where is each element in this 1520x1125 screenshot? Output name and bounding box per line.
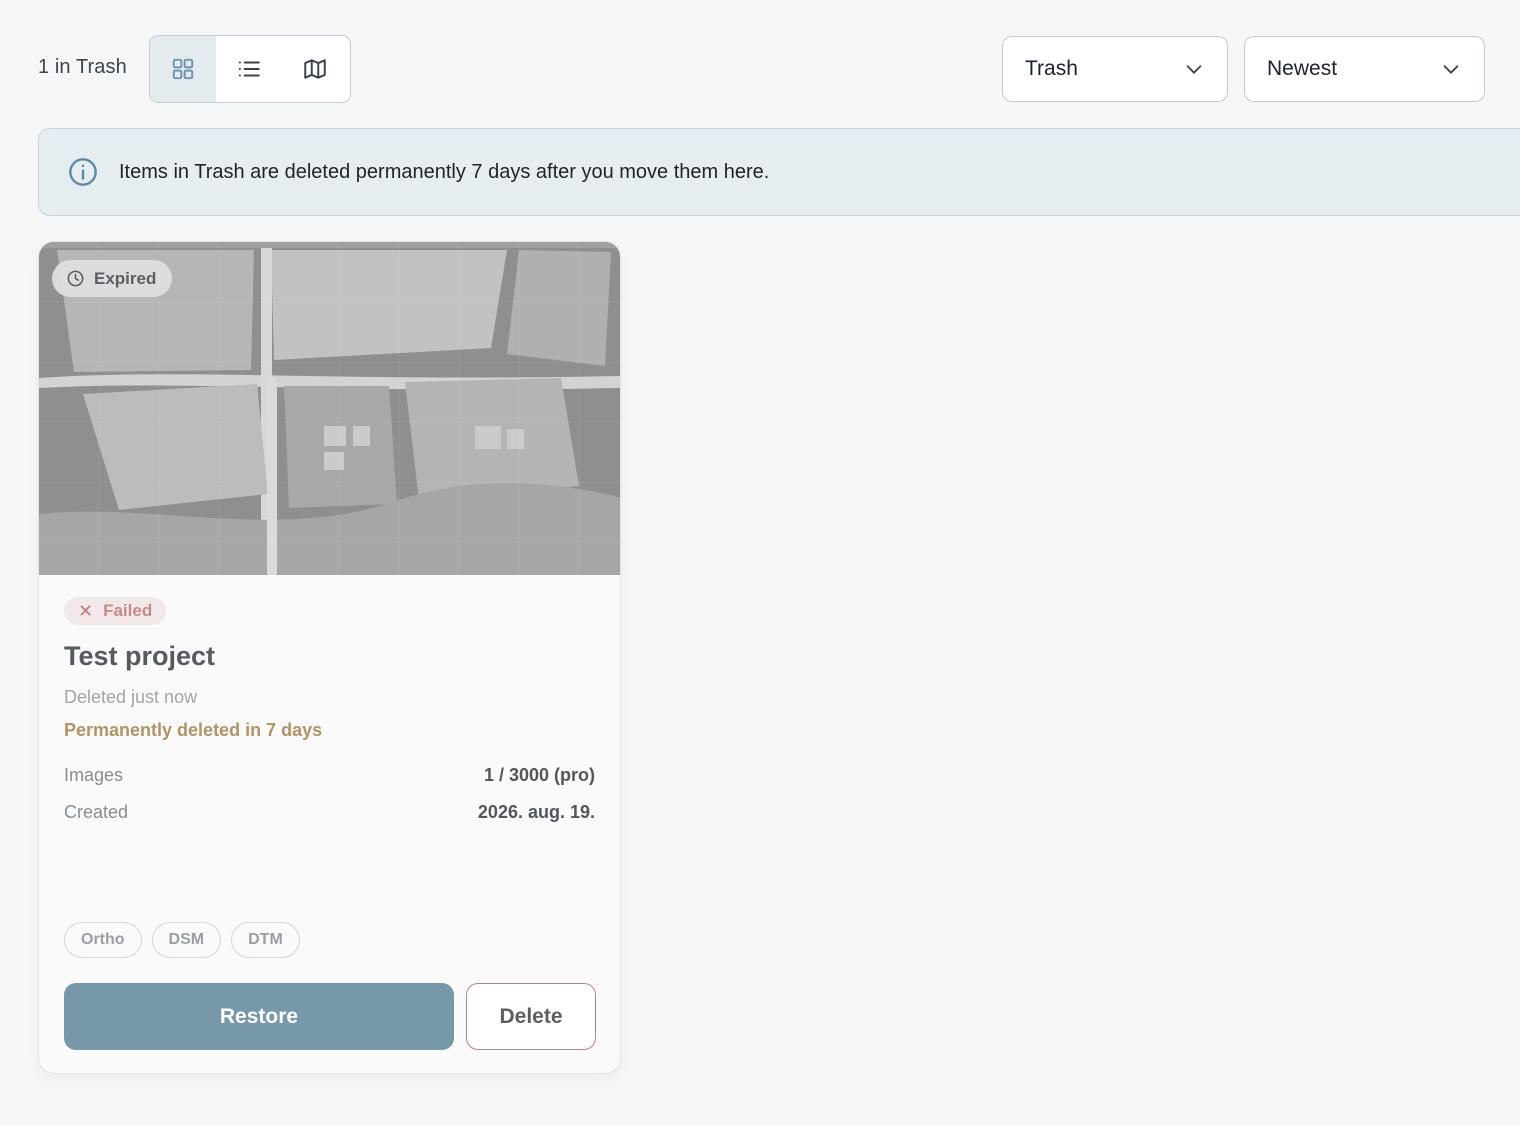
delete-button[interactable]: Delete bbox=[466, 983, 596, 1050]
project-title: Test project bbox=[64, 641, 216, 671]
project-card-body: ✕ Failed Test project Deleted just now P… bbox=[64, 575, 596, 1073]
status-badge-label: Failed bbox=[103, 601, 153, 620]
meta-row-created: Created 2026. aug. 19. bbox=[64, 802, 595, 826]
restore-button[interactable]: Restore bbox=[64, 983, 454, 1050]
info-banner: Items in Trash are deleted permanently 7… bbox=[38, 128, 1520, 216]
tag-dtm: DTM bbox=[231, 922, 300, 958]
list-icon bbox=[238, 61, 260, 77]
toolbar: 1 in Trash Trash Newest bbox=[38, 35, 1485, 103]
expired-badge-label: Expired bbox=[94, 268, 157, 288]
sort-value: Newest bbox=[1267, 57, 1338, 80]
view-grid-button[interactable] bbox=[150, 36, 216, 102]
deleted-timestamp: Deleted just now bbox=[64, 687, 198, 707]
meta-row-images: Images 1 / 3000 (pro) bbox=[64, 765, 595, 789]
close-icon: ✕ bbox=[78, 600, 94, 621]
project-thumbnail: Expired bbox=[39, 242, 620, 575]
sort-dropdown[interactable]: Newest bbox=[1244, 36, 1485, 102]
status-filter-value: Trash bbox=[1025, 57, 1078, 80]
permanent-deletion-notice: Permanently deleted in 7 days bbox=[64, 720, 323, 740]
grid-icon bbox=[172, 58, 194, 80]
meta-value: 2026. aug. 19. bbox=[477, 802, 595, 822]
view-map-button[interactable] bbox=[282, 36, 348, 102]
info-icon bbox=[69, 158, 97, 186]
meta-key: Images bbox=[64, 765, 124, 785]
status-badge: ✕ Failed bbox=[64, 597, 167, 625]
chevron-down-icon bbox=[1443, 65, 1459, 74]
clock-icon bbox=[67, 270, 84, 287]
tag-ortho: Ortho bbox=[64, 922, 142, 958]
product-tags: Ortho DSM DTM bbox=[64, 922, 300, 958]
map-icon bbox=[304, 59, 326, 79]
chevron-down-icon bbox=[1186, 65, 1202, 74]
tag-dsm: DSM bbox=[151, 922, 222, 958]
view-mode-toggle bbox=[149, 35, 351, 103]
trash-count: 1 in Trash bbox=[38, 56, 127, 78]
project-card[interactable]: Expired ✕ Failed Test project Deleted ju… bbox=[38, 241, 621, 1074]
expired-badge: Expired bbox=[52, 260, 173, 297]
status-filter-dropdown[interactable]: Trash bbox=[1002, 36, 1228, 102]
meta-value: 1 / 3000 (pro) bbox=[483, 765, 595, 785]
view-list-button[interactable] bbox=[216, 36, 282, 102]
info-banner-text: Items in Trash are deleted permanently 7… bbox=[119, 160, 770, 183]
meta-key: Created bbox=[64, 802, 129, 822]
